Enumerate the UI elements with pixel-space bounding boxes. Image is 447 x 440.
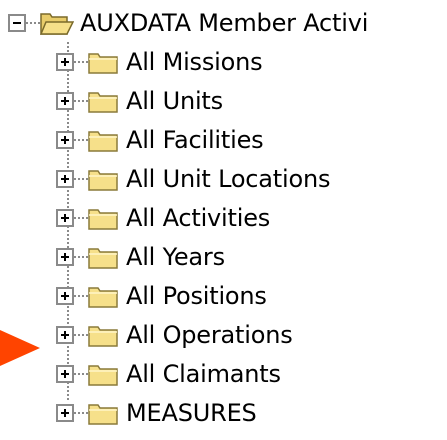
tree-node-all-units[interactable]: All Units	[56, 84, 223, 118]
tree-connector	[74, 61, 88, 63]
folder-icon	[88, 92, 118, 113]
collapse-minus-icon[interactable]	[8, 14, 26, 32]
expand-plus-icon[interactable]	[56, 404, 74, 422]
tree-node-label: All Years	[126, 243, 225, 271]
tree-connector	[74, 295, 88, 297]
expand-plus-icon[interactable]	[56, 53, 74, 71]
tree-connector	[74, 256, 88, 258]
tree-connector	[74, 217, 88, 219]
tree-connector	[74, 100, 88, 102]
tree-node-label: All Unit Locations	[126, 165, 331, 193]
expand-plus-icon[interactable]	[56, 287, 74, 305]
tree-node-label: All Positions	[126, 282, 267, 310]
tree-node-label: All Missions	[126, 48, 263, 76]
expand-plus-icon[interactable]	[56, 170, 74, 188]
folder-icon	[88, 287, 118, 308]
tree-connector	[74, 178, 88, 180]
tree-node-all-missions[interactable]: All Missions	[56, 45, 263, 79]
folder-icon	[88, 326, 118, 347]
folder-icon	[88, 170, 118, 191]
folder-icon	[88, 209, 118, 230]
tree-root-node[interactable]: AUXDATA Member Activi	[8, 6, 368, 40]
tree-node-all-positions[interactable]: All Positions	[56, 279, 267, 313]
tree-node-all-activities[interactable]: All Activities	[56, 201, 270, 235]
tree-node-label: All Activities	[126, 204, 271, 232]
tree-node-all-operations[interactable]: All Operations	[56, 318, 293, 352]
expand-plus-icon[interactable]	[56, 326, 74, 344]
root-node-label: AUXDATA Member Activi	[80, 9, 369, 37]
tree-view: AUXDATA Member Activi All Missions All U…	[0, 0, 447, 440]
tree-connector	[74, 412, 88, 414]
tree-connector	[26, 22, 40, 24]
folder-icon	[88, 131, 118, 152]
expand-plus-icon[interactable]	[56, 131, 74, 149]
tree-connector	[74, 373, 88, 375]
tree-node-all-years[interactable]: All Years	[56, 240, 225, 274]
tree-node-measures[interactable]: MEASURES	[56, 396, 257, 430]
tree-node-label: All Units	[126, 87, 223, 115]
expand-plus-icon[interactable]	[56, 209, 74, 227]
folder-icon	[88, 404, 118, 425]
open-folder-icon	[40, 13, 74, 35]
tree-connector	[74, 139, 88, 141]
folder-icon	[88, 365, 118, 386]
tree-node-label: MEASURES	[126, 399, 257, 427]
tree-node-label: All Claimants	[126, 360, 281, 388]
tree-node-label: All Operations	[126, 321, 293, 349]
expand-plus-icon[interactable]	[56, 248, 74, 266]
folder-icon	[88, 248, 118, 269]
tree-node-all-claimants[interactable]: All Claimants	[56, 357, 281, 391]
tree-connector	[74, 334, 88, 336]
folder-icon	[88, 53, 118, 74]
tree-node-label: All Facilities	[126, 126, 264, 154]
tree-node-all-facilities[interactable]: All Facilities	[56, 123, 264, 157]
expand-plus-icon[interactable]	[56, 365, 74, 383]
expand-plus-icon[interactable]	[56, 92, 74, 110]
pointer-arrow-icon	[0, 330, 40, 366]
tree-node-all-unit-locations[interactable]: All Unit Locations	[56, 162, 330, 196]
